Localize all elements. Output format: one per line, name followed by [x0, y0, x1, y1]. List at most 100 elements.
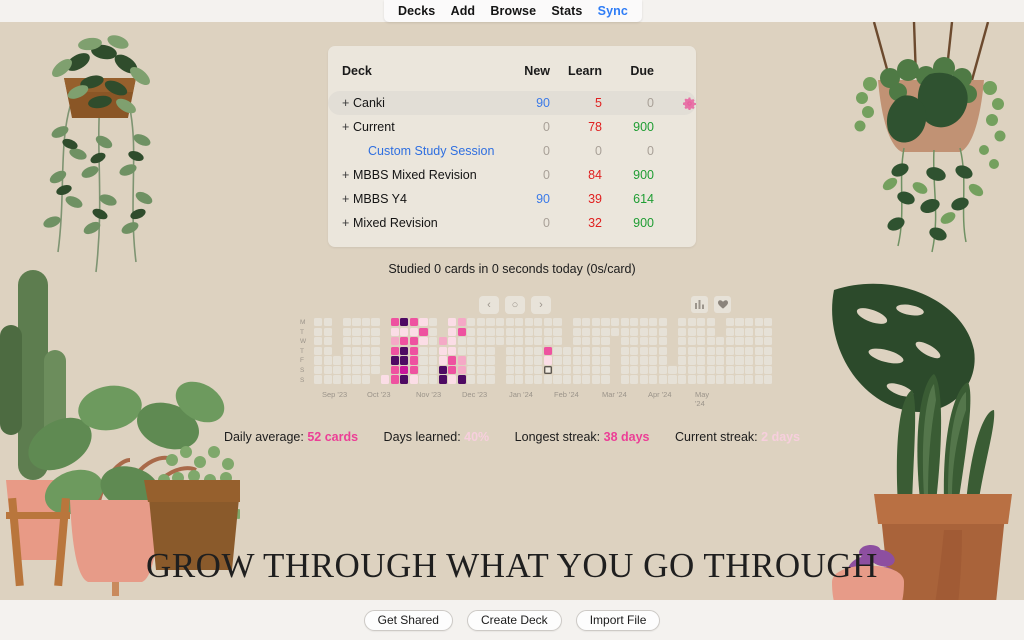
menu-item-decks[interactable]: Decks [398, 0, 435, 22]
heatmap-cell[interactable] [745, 356, 754, 365]
heatmap-cell[interactable] [323, 356, 332, 365]
heatmap-cell[interactable] [677, 327, 687, 336]
heatmap-cell[interactable] [515, 375, 524, 384]
heatmap-cell[interactable] [352, 327, 361, 336]
heatmap-cell[interactable] [323, 375, 332, 384]
heatmap-cell[interactable] [716, 365, 725, 375]
heatmap-cell[interactable] [620, 327, 629, 336]
heatmap-cell[interactable] [448, 346, 457, 355]
deck-name-label[interactable]: Canki [353, 96, 385, 110]
heatmap-cell[interactable] [582, 375, 591, 384]
heatmap-cell[interactable] [428, 375, 438, 384]
heatmap-cell[interactable] [409, 356, 418, 365]
heatmap-cell[interactable] [706, 318, 715, 327]
heatmap-cell[interactable] [534, 356, 543, 365]
heatmap-cell[interactable] [371, 365, 380, 375]
heatmap-cell[interactable] [687, 318, 696, 327]
heatmap-cell[interactable] [361, 346, 371, 355]
heatmap-cell[interactable] [572, 356, 581, 365]
heatmap-cell[interactable] [524, 346, 533, 355]
heatmap-cell[interactable] [342, 365, 351, 375]
heatmap-cell[interactable] [371, 346, 380, 355]
deck-name-label[interactable]: MBBS Y4 [353, 192, 407, 206]
heatmap-cell[interactable] [563, 356, 572, 365]
heatmap-cell[interactable] [725, 337, 735, 346]
heatmap-cell[interactable] [754, 337, 763, 346]
deck-row-name[interactable]: + MBBS Mixed Revision [328, 163, 498, 187]
heatmap-cell[interactable] [534, 375, 543, 384]
heatmap-cell[interactable] [448, 318, 457, 327]
heatmap-cell[interactable] [400, 318, 409, 327]
heatmap-cell[interactable] [630, 356, 639, 365]
heatmap-cell[interactable] [620, 346, 629, 355]
heatmap-cell[interactable] [658, 375, 667, 384]
heatmap-cell[interactable] [323, 318, 332, 327]
heatmap-cell[interactable] [697, 327, 706, 336]
heatmap-cell[interactable] [639, 375, 648, 384]
heatmap-cell[interactable] [314, 327, 323, 336]
heatmap-cell[interactable] [687, 375, 696, 384]
deck-row-name[interactable]: + Current [328, 115, 498, 139]
heatmap-cell[interactable] [754, 375, 763, 384]
heatmap-cell[interactable] [754, 346, 763, 355]
heatmap-cell[interactable] [658, 356, 667, 365]
heatmap-cell[interactable] [725, 365, 735, 375]
heatmap-cell[interactable] [572, 346, 581, 355]
heatmap-cell[interactable] [323, 346, 332, 355]
heatmap-cell[interactable] [314, 375, 323, 384]
heatmap-cell[interactable] [735, 327, 744, 336]
heatmap-cell[interactable] [448, 375, 457, 384]
heatmap-cell[interactable] [591, 327, 600, 336]
heatmap-cell[interactable] [505, 375, 514, 384]
menu-item-sync[interactable]: Sync [598, 0, 628, 22]
deck-options-gear-icon[interactable] [654, 91, 696, 116]
heatmap-cell[interactable] [687, 356, 696, 365]
heatmap-cell[interactable] [764, 327, 773, 336]
heatmap-cell[interactable] [352, 365, 361, 375]
heatmap-cell[interactable] [582, 346, 591, 355]
heatmap-cell[interactable] [467, 337, 476, 346]
heatmap-cell[interactable] [457, 356, 466, 365]
deck-row[interactable]: Custom Study Session 0 0 0 [328, 139, 696, 163]
heatmap-cell[interactable] [601, 337, 610, 346]
heatmap-cell[interactable] [457, 375, 466, 384]
heatmap-cell[interactable] [342, 356, 351, 365]
heatmap-cell[interactable] [314, 337, 323, 346]
heatmap-cell[interactable] [467, 356, 476, 365]
heatmap-cell[interactable] [735, 318, 744, 327]
heatmap-cell[interactable] [476, 318, 486, 327]
heatmap-cell[interactable] [764, 346, 773, 355]
heatmap-cell[interactable] [687, 365, 696, 375]
heatmap-cell[interactable] [553, 346, 562, 355]
heatmap-cell[interactable] [361, 318, 371, 327]
heatmap-cell[interactable] [390, 327, 399, 336]
heatmap-cell[interactable] [409, 365, 418, 375]
heatmap-cell[interactable] [390, 356, 399, 365]
heatmap-cell[interactable] [582, 365, 591, 375]
heatmap-cell[interactable] [553, 375, 562, 384]
heatmap-reset-button[interactable]: ○ [505, 296, 525, 314]
heatmap-cell[interactable] [543, 356, 553, 365]
heatmap-cell[interactable] [630, 327, 639, 336]
heatmap-cell[interactable] [486, 346, 495, 355]
heatmap-cell[interactable] [400, 327, 409, 336]
heatmap-cell[interactable] [467, 365, 476, 375]
heatmap-cell[interactable] [361, 356, 371, 365]
heatmap-cell[interactable] [591, 318, 600, 327]
heatmap-cell[interactable] [505, 318, 514, 327]
heatmap-cell[interactable] [323, 365, 332, 375]
heatmap-cell[interactable] [630, 365, 639, 375]
deck-row-name[interactable]: Custom Study Session [328, 139, 498, 163]
heatmap-cell[interactable] [390, 375, 399, 384]
heatmap-cell[interactable] [677, 375, 687, 384]
deck-expander-icon[interactable]: + [342, 192, 353, 206]
heatmap-cell[interactable] [610, 327, 620, 336]
heatmap-cell[interactable] [495, 318, 505, 327]
heatmap-cell[interactable] [725, 356, 735, 365]
heatmap-cell[interactable] [486, 375, 495, 384]
heatmap-cell[interactable] [687, 346, 696, 355]
heatmap-cell[interactable] [371, 327, 380, 336]
heatmap-cell[interactable] [649, 337, 658, 346]
heatmap-cell[interactable] [706, 375, 715, 384]
heatmap-cell[interactable] [745, 318, 754, 327]
